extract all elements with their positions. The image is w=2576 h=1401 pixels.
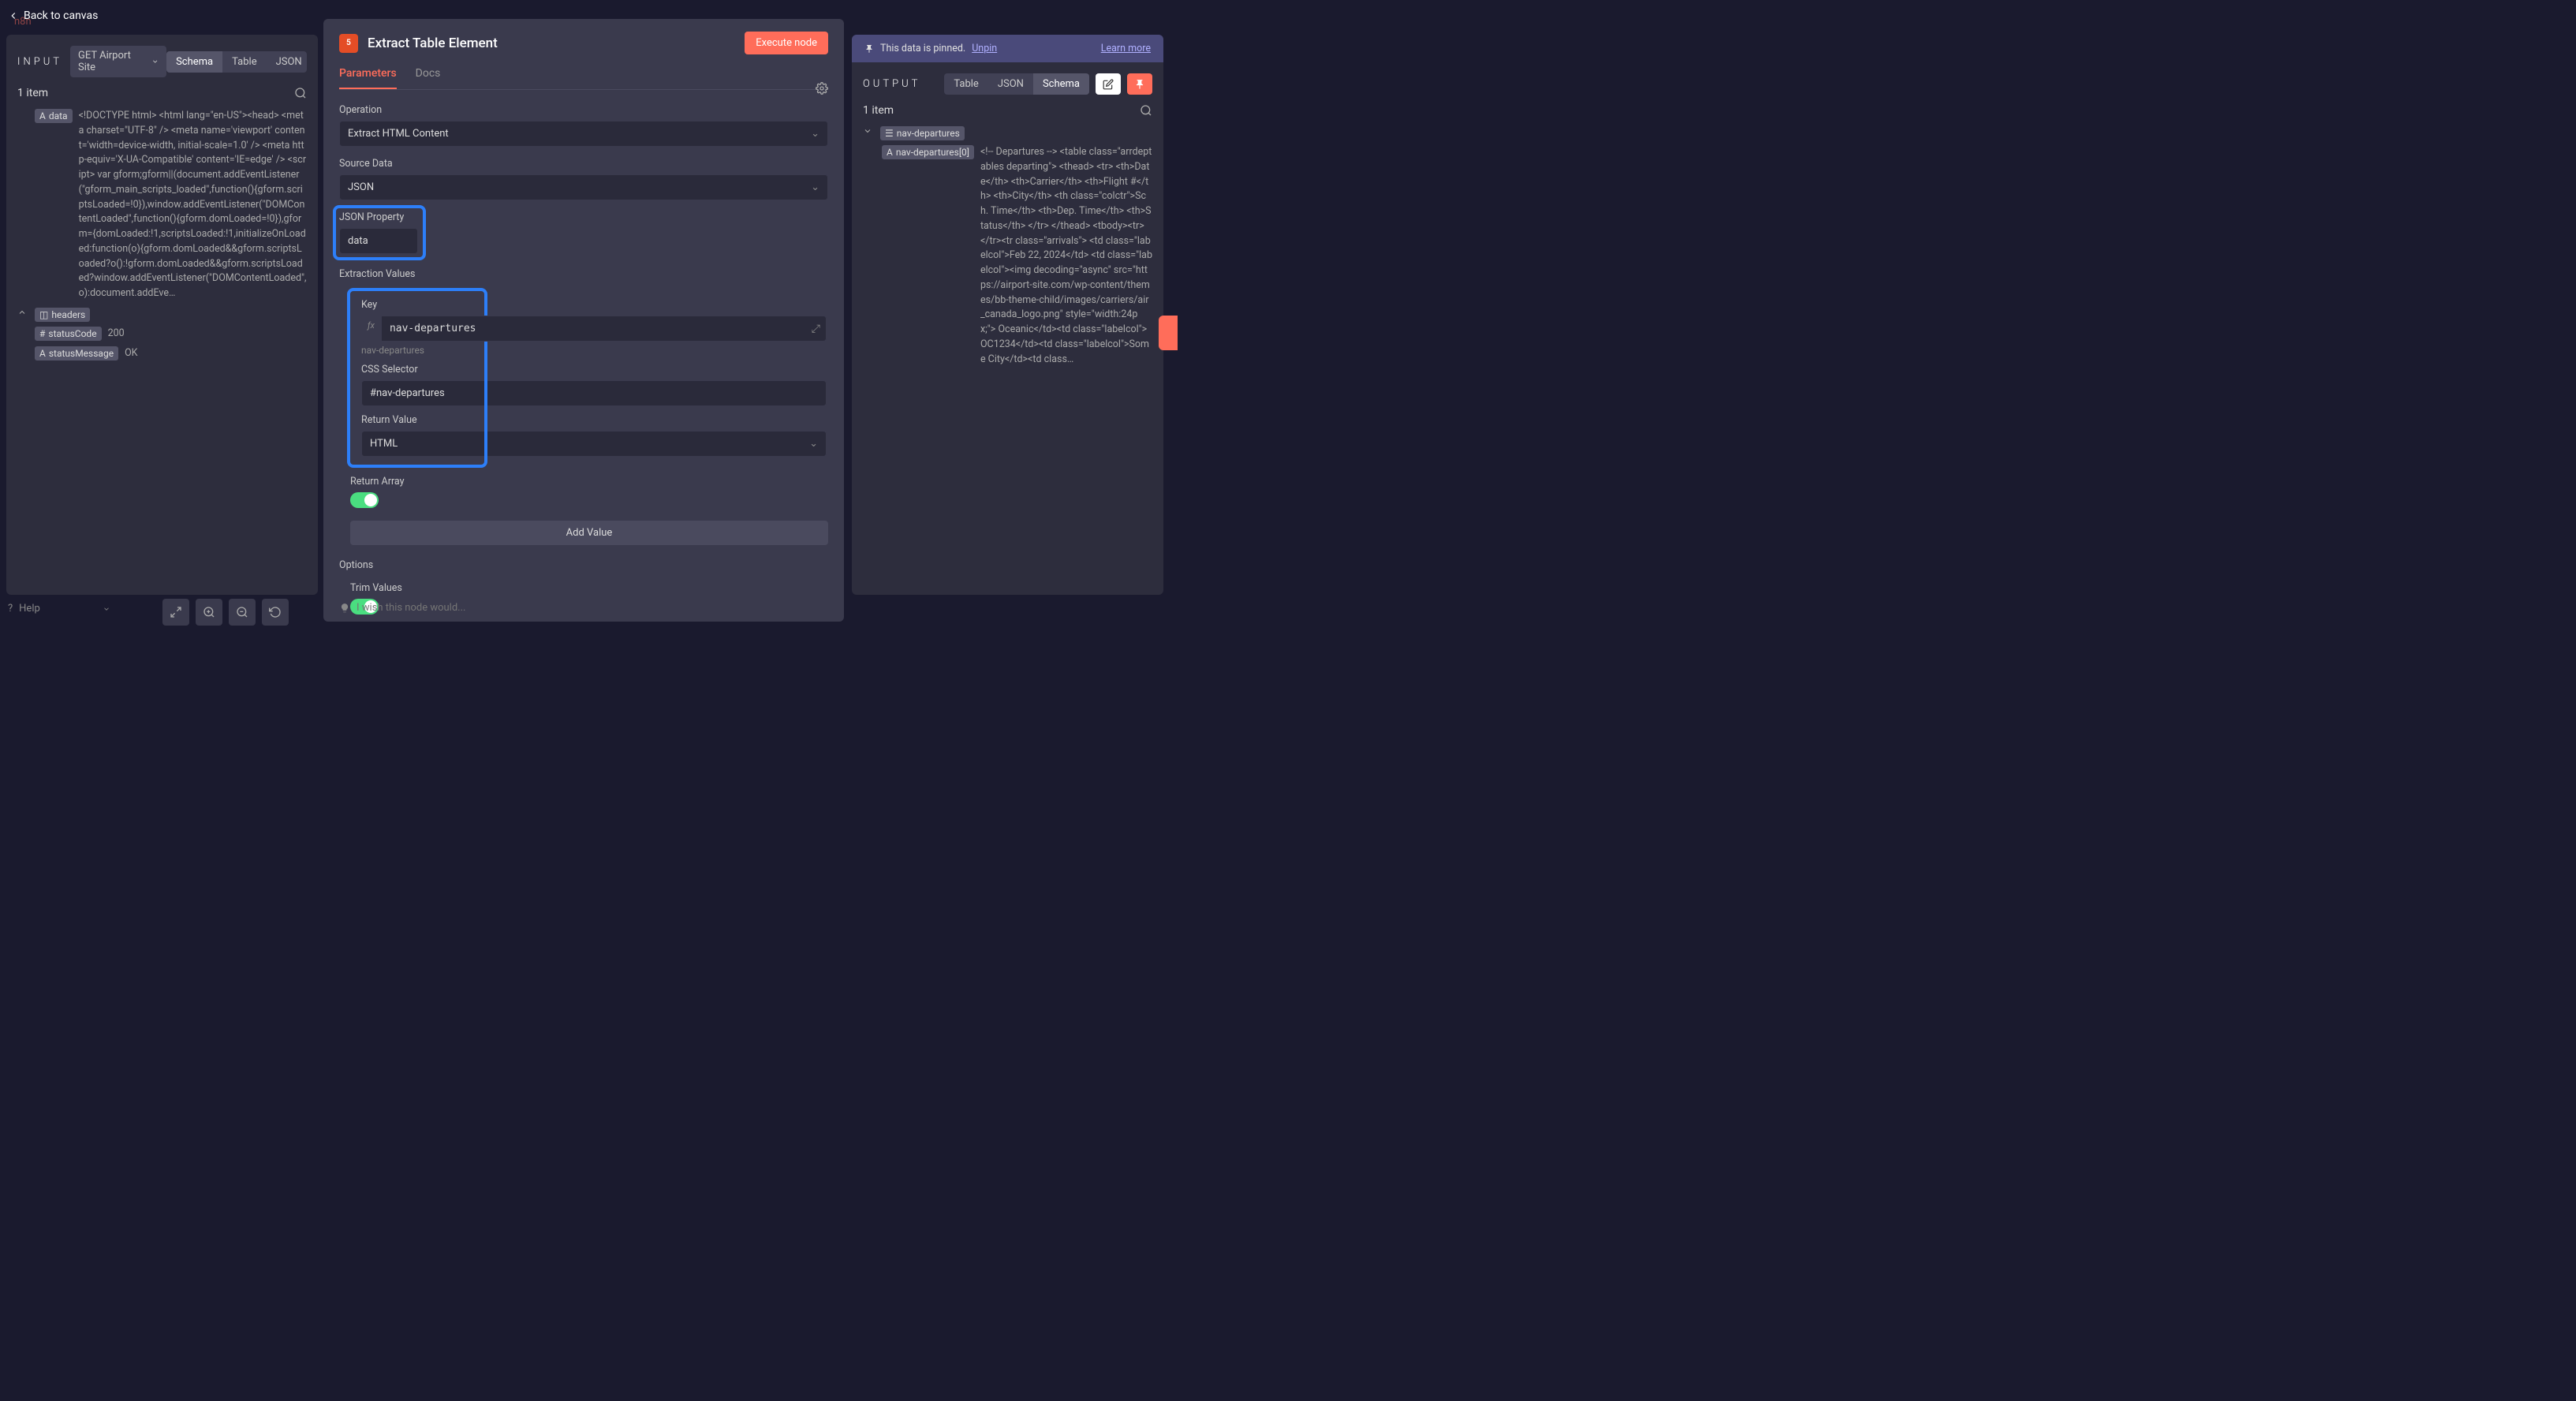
help-icon: ? xyxy=(8,603,13,615)
html-node-icon: 5 xyxy=(339,34,358,53)
chevron-down-icon: ⌄ xyxy=(809,438,818,450)
help-button[interactable]: ? Help xyxy=(8,603,110,615)
number-type-icon: # xyxy=(39,328,45,339)
bulb-icon xyxy=(339,603,350,614)
tab-parameters[interactable]: Parameters xyxy=(339,67,397,89)
schema-row-statusmessage[interactable]: AstatusMessage OK xyxy=(17,346,307,361)
key-label: Key xyxy=(361,299,473,311)
options-label: Options xyxy=(339,559,828,571)
output-panel: This data is pinned. Unpin Learn more OU… xyxy=(852,35,1163,595)
schema-row-headers[interactable]: ◫headers xyxy=(17,308,307,322)
canvas-controls xyxy=(162,599,289,626)
output-view-switch: Table JSON Schema xyxy=(944,73,1089,95)
search-icon[interactable] xyxy=(1140,104,1152,117)
source-data-label: Source Data xyxy=(339,158,828,170)
wish-input-wrap xyxy=(339,602,828,614)
output-view-json[interactable]: JSON xyxy=(988,73,1033,95)
gear-icon[interactable] xyxy=(816,82,828,95)
expand-icon[interactable]: ⤢ xyxy=(812,323,820,335)
tab-docs[interactable]: Docs xyxy=(416,67,441,89)
add-value-button[interactable]: Add Value xyxy=(350,521,828,545)
text-type-icon: A xyxy=(39,110,46,121)
chevron-up-icon[interactable] xyxy=(17,308,28,317)
side-tab[interactable] xyxy=(1159,316,1178,350)
node-config-panel: 5 Extract Table Element Execute node Par… xyxy=(323,19,844,622)
edit-button[interactable] xyxy=(1096,73,1121,95)
data-value: <!DOCTYPE html> <html lang="en-US"><head… xyxy=(79,109,307,301)
fx-badge: ƒx xyxy=(361,316,381,342)
object-type-icon: ◫ xyxy=(39,309,48,320)
chevron-down-icon xyxy=(103,605,110,613)
css-selector-input[interactable]: #nav-departures xyxy=(361,380,827,406)
extraction-values-label: Extraction Values xyxy=(339,268,828,280)
return-value-select[interactable]: HTML ⌄ xyxy=(361,431,827,457)
schema-row-root[interactable]: ☰nav-departures xyxy=(863,126,1152,140)
zoom-in-button[interactable] xyxy=(196,599,222,626)
key-helper: nav-departures xyxy=(361,345,473,356)
trim-values-label: Trim Values xyxy=(350,582,828,594)
chevron-down-icon[interactable] xyxy=(863,126,874,136)
execute-node-button[interactable]: Execute node xyxy=(745,32,828,54)
learn-more-link[interactable]: Learn more xyxy=(1101,43,1151,54)
input-view-schema[interactable]: Schema xyxy=(166,51,222,73)
child-value: <!-- Departures --> <table class="arrdep… xyxy=(980,145,1152,367)
text-type-icon: A xyxy=(39,348,46,359)
json-property-label: JSON Property xyxy=(339,211,420,223)
wish-input[interactable] xyxy=(357,602,828,614)
operation-label: Operation xyxy=(339,104,828,116)
pin-button[interactable] xyxy=(1127,73,1152,95)
chevron-down-icon: ⌄ xyxy=(811,181,819,193)
input-view-json[interactable]: JSON xyxy=(267,51,307,73)
text-type-icon: A xyxy=(887,147,893,158)
chevron-down-icon xyxy=(151,58,159,65)
node-title: Extract Table Element xyxy=(368,35,498,51)
input-panel: INPUT GET Airport Site Schema Table JSON… xyxy=(6,35,318,595)
pin-icon xyxy=(864,44,874,54)
operation-select[interactable]: Extract HTML Content ⌄ xyxy=(339,121,828,147)
output-item-count: 1 item xyxy=(863,104,894,117)
search-icon[interactable] xyxy=(294,87,307,99)
output-view-table[interactable]: Table xyxy=(944,73,987,95)
n8n-logo: n8n xyxy=(14,16,32,28)
return-value-label: Return Value xyxy=(361,414,473,426)
source-node-selector[interactable]: GET Airport Site xyxy=(70,46,166,77)
json-property-input[interactable]: data xyxy=(339,228,418,254)
extraction-value-box: Key ƒx nav-departures ⤢ nav-departures C… xyxy=(350,291,484,465)
unpin-link[interactable]: Unpin xyxy=(972,43,997,54)
input-view-switch: Schema Table JSON xyxy=(166,51,307,73)
css-selector-label: CSS Selector xyxy=(361,364,473,375)
list-type-icon: ☰ xyxy=(885,128,894,139)
return-array-label: Return Array xyxy=(350,476,828,488)
schema-row-data[interactable]: Adata <!DOCTYPE html> <html lang="en-US"… xyxy=(17,109,307,301)
input-item-count: 1 item xyxy=(17,87,48,99)
pinned-banner: This data is pinned. Unpin Learn more xyxy=(852,35,1163,62)
config-tabs: Parameters Docs xyxy=(339,67,828,90)
input-view-table[interactable]: Table xyxy=(222,51,266,73)
output-title: OUTPUT xyxy=(863,78,920,90)
input-title: INPUT xyxy=(17,56,62,68)
return-array-toggle[interactable] xyxy=(350,492,379,508)
fit-view-button[interactable] xyxy=(162,599,189,626)
schema-row-statuscode[interactable]: #statusCode 200 xyxy=(17,327,307,342)
chevron-down-icon: ⌄ xyxy=(811,128,819,140)
key-input[interactable]: nav-departures xyxy=(381,316,827,342)
zoom-out-button[interactable] xyxy=(229,599,256,626)
schema-row-child[interactable]: Anav-departures[0] <!-- Departures --> <… xyxy=(882,145,1152,367)
undo-button[interactable] xyxy=(262,599,289,626)
output-view-schema[interactable]: Schema xyxy=(1033,73,1089,95)
source-data-select[interactable]: JSON ⌄ xyxy=(339,174,828,200)
